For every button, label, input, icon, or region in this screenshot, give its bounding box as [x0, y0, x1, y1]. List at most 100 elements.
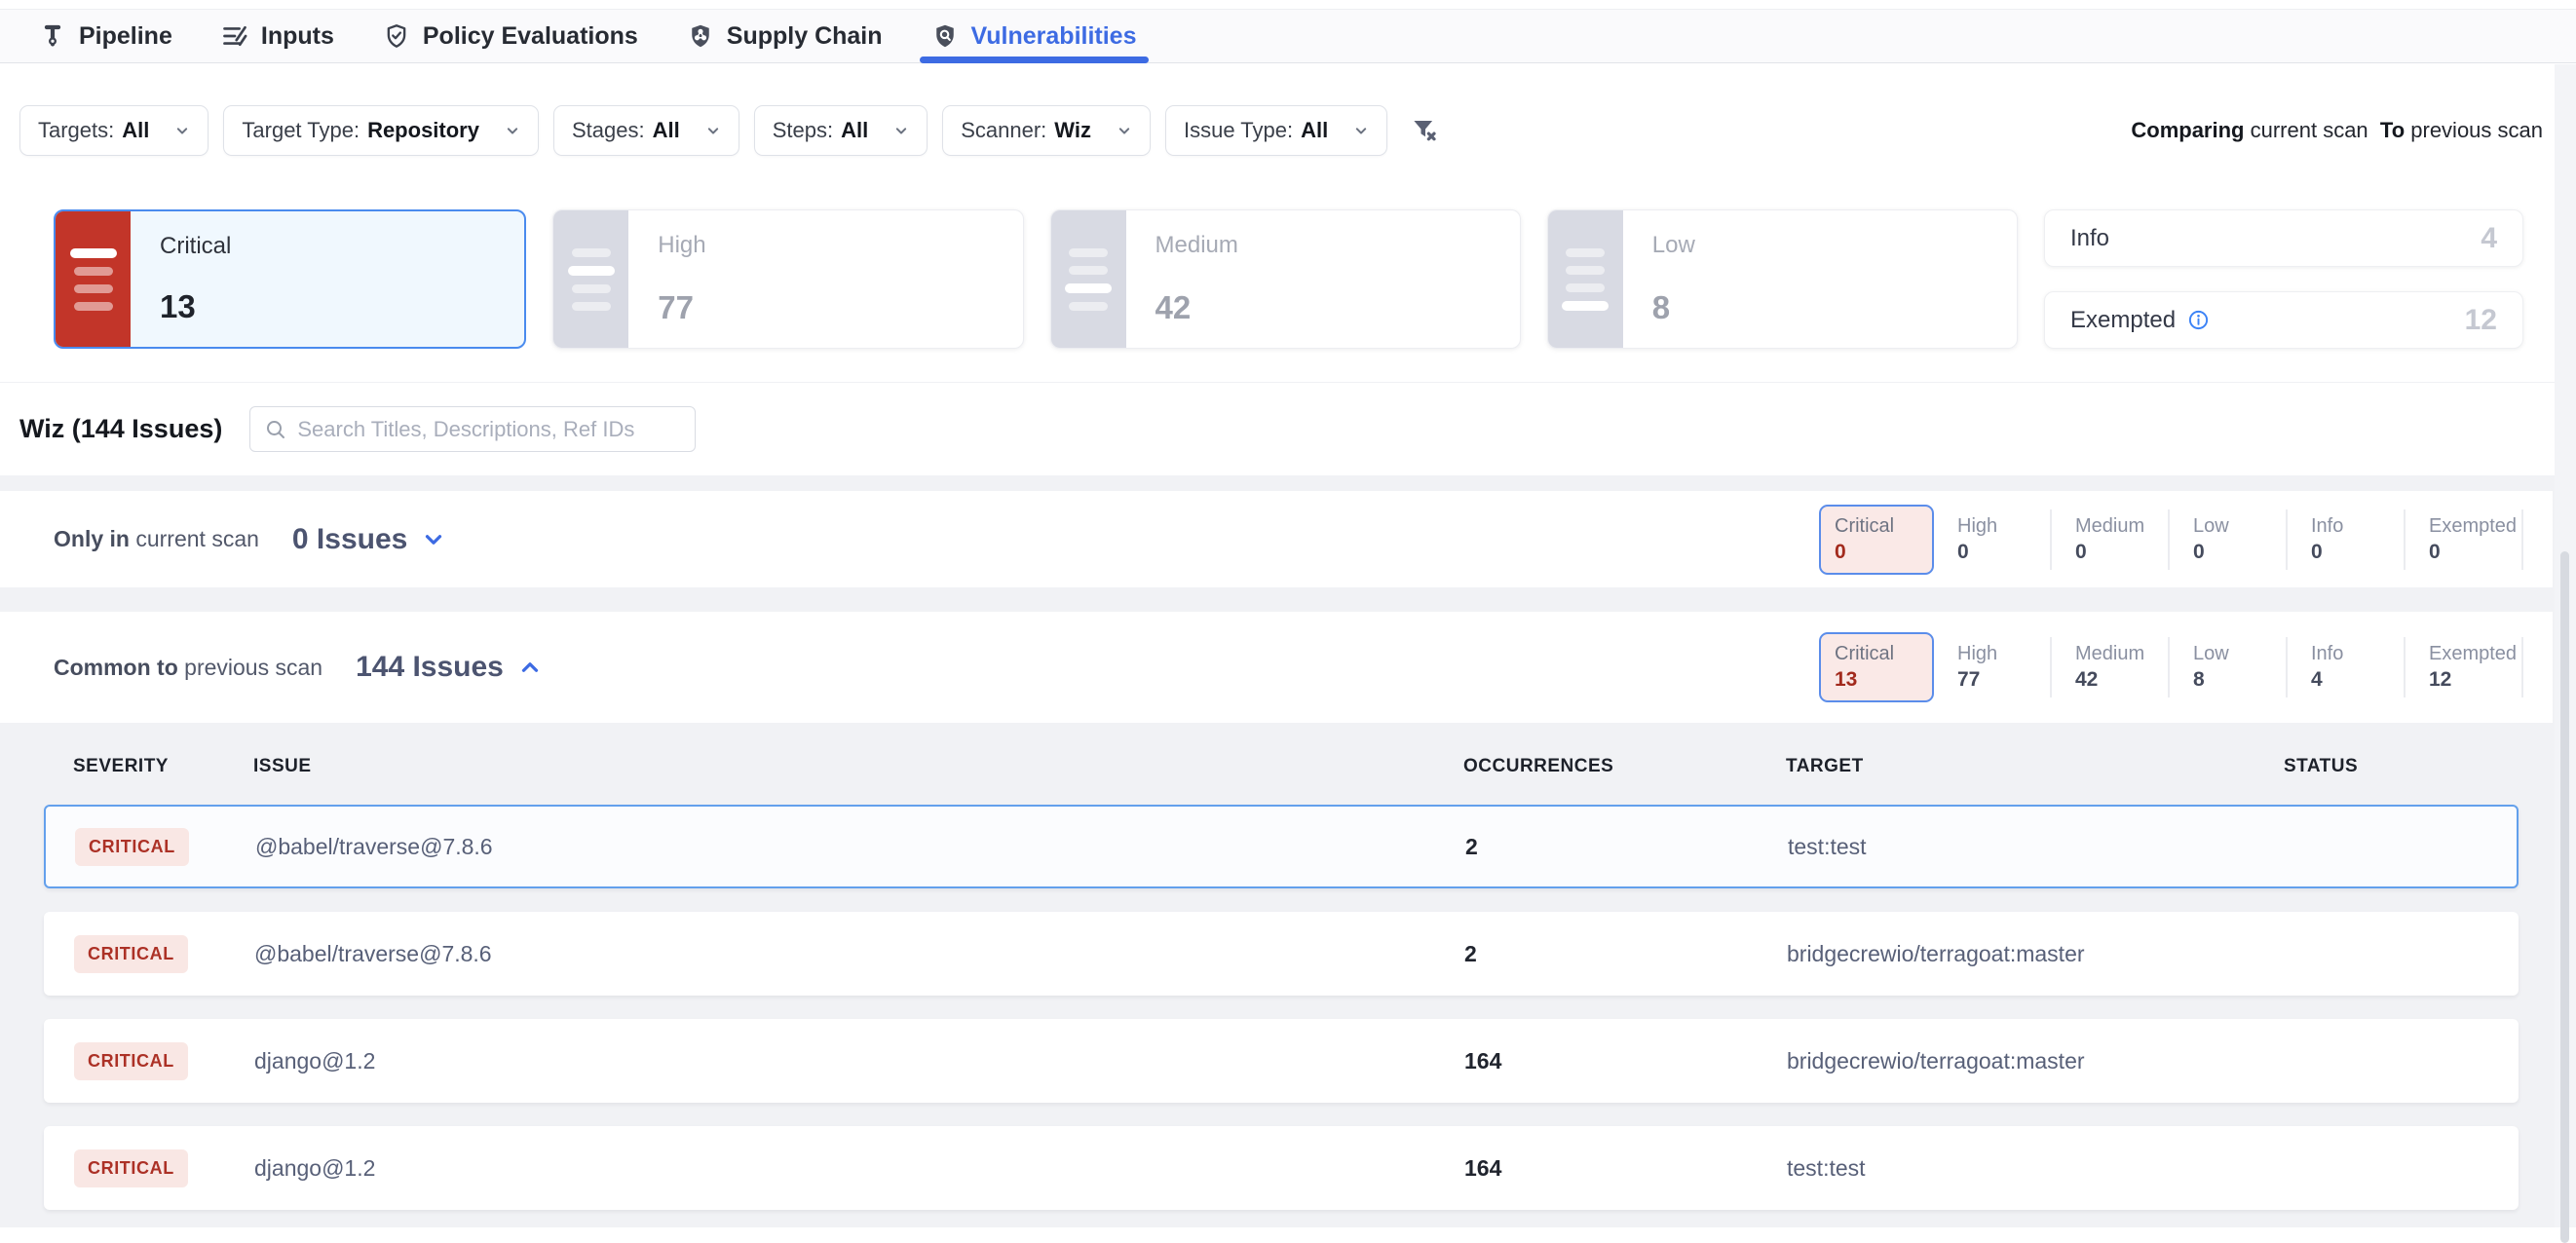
severity-badge: CRITICAL — [74, 935, 188, 973]
pill-high[interactable]: High 77 — [1934, 637, 2052, 697]
filter-label: Issue Type: — [1184, 118, 1293, 143]
pill-critical[interactable]: Critical 0 — [1819, 505, 1934, 575]
occurrences-cell: 164 — [1464, 1048, 1787, 1074]
table-row[interactable]: CRITICAL django@1.2 164 test:test — [44, 1126, 2519, 1210]
filter-label: Scanner: — [961, 118, 1046, 143]
severity-card-count: 42 — [1155, 289, 1493, 326]
filter-target-type[interactable]: Target Type: Repository — [223, 105, 539, 156]
pill-low[interactable]: Low 0 — [2170, 509, 2288, 570]
severity-card-critical[interactable]: Critical 13 — [54, 209, 526, 349]
issues-count: 0 Issues — [292, 523, 407, 556]
col-issue: ISSUE — [253, 756, 1463, 777]
filter-label: Steps: — [773, 118, 833, 143]
table-header: SEVERITY ISSUE OCCURRENCES TARGET STATUS — [44, 756, 2519, 777]
pill-critical[interactable]: Critical 13 — [1819, 632, 1934, 702]
filter-value: Repository — [367, 118, 479, 143]
supply-chain-icon — [687, 22, 714, 50]
chevron-down-icon — [1351, 121, 1371, 140]
table-row[interactable]: CRITICAL @babel/traverse@7.8.6 2 test:te… — [44, 805, 2519, 888]
filter-bar: Targets: All Target Type: Repository Sta… — [0, 95, 2576, 166]
section-label: Only in current scan — [54, 526, 259, 552]
issues-table: CRITICAL @babel/traverse@7.8.6 2 test:te… — [44, 805, 2519, 1210]
severity-meter-icon — [553, 210, 628, 348]
pill-exempted[interactable]: Exempted 0 — [2406, 509, 2523, 570]
pill-medium[interactable]: Medium 42 — [2052, 637, 2170, 697]
filter-value: Wiz — [1054, 118, 1091, 143]
scrollbar-track[interactable] — [2555, 64, 2576, 1227]
tab-label: Vulnerabilities — [971, 22, 1137, 51]
severity-meter-icon — [1051, 210, 1126, 348]
severity-card-count: 77 — [658, 289, 995, 326]
search-box[interactable] — [249, 406, 696, 452]
target-cell: test:test — [1787, 1155, 2285, 1182]
severity-card-exempted[interactable]: Exempted 12 — [2044, 291, 2523, 349]
inputs-icon — [221, 22, 248, 50]
filter-stages[interactable]: Stages: All — [553, 105, 739, 156]
filter-label: Stages: — [572, 118, 645, 143]
tab-pipeline[interactable]: Pipeline — [39, 10, 172, 62]
col-status: STATUS — [2284, 756, 2519, 777]
section-common-to-previous: Common to previous scan 144 Issues Criti… — [0, 612, 2553, 723]
pipeline-icon — [39, 22, 66, 50]
filter-value: All — [841, 118, 868, 143]
section-only-in-current: Only in current scan 0 Issues Critical 0… — [0, 491, 2553, 587]
scanner-header: Wiz (144 Issues) — [0, 382, 2576, 475]
side-card-count: 12 — [2465, 304, 2497, 337]
filter-steps[interactable]: Steps: All — [754, 105, 928, 156]
occurrences-cell: 2 — [1465, 834, 1788, 860]
vulnerabilities-icon — [931, 22, 959, 50]
chevron-down-icon — [172, 121, 192, 140]
table-row[interactable]: CRITICAL django@1.2 164 bridgecrewio/ter… — [44, 1019, 2519, 1103]
side-cards-column: Info 4 Exempted 12 — [2044, 209, 2523, 349]
tab-vulnerabilities[interactable]: Vulnerabilities — [931, 10, 1137, 62]
col-occurrences: OCCURRENCES — [1463, 756, 1786, 777]
chevron-down-icon — [891, 121, 911, 140]
issues-toggle[interactable]: 0 Issues — [292, 523, 446, 556]
issue-cell: django@1.2 — [254, 1155, 1464, 1182]
severity-card-count: 13 — [160, 288, 497, 325]
filter-label: Targets: — [38, 118, 114, 143]
severity-card-low[interactable]: Low 8 — [1547, 209, 2018, 349]
pill-medium[interactable]: Medium 0 — [2052, 509, 2170, 570]
filter-issue-type[interactable]: Issue Type: All — [1165, 105, 1387, 156]
pill-high[interactable]: High 0 — [1934, 509, 2052, 570]
target-cell: test:test — [1788, 834, 2286, 860]
filter-value: All — [122, 118, 149, 143]
target-cell: bridgecrewio/terragoat:master — [1787, 1048, 2285, 1074]
filter-label: Target Type: — [242, 118, 360, 143]
severity-card-medium[interactable]: Medium 42 — [1050, 209, 1521, 349]
scrollbar-thumb[interactable] — [2560, 551, 2569, 1243]
clear-filters-icon[interactable] — [1410, 116, 1439, 145]
tab-inputs[interactable]: Inputs — [221, 10, 334, 62]
severity-card-high[interactable]: High 77 — [552, 209, 1023, 349]
chevron-down-icon — [1115, 121, 1134, 140]
pill-info[interactable]: Info 0 — [2288, 509, 2406, 570]
comparing-text: Comparing current scan To previous scan — [2131, 118, 2543, 143]
severity-meter-icon — [1548, 210, 1623, 348]
tab-supply-chain[interactable]: Supply Chain — [687, 10, 883, 62]
pill-exempted[interactable]: Exempted 12 — [2406, 637, 2523, 697]
severity-card-count: 8 — [1652, 289, 1989, 326]
info-icon[interactable] — [2187, 309, 2210, 331]
filter-scanner[interactable]: Scanner: Wiz — [942, 105, 1151, 156]
side-card-count: 4 — [2481, 222, 2497, 255]
severity-badge: CRITICAL — [74, 1149, 188, 1187]
issue-cell: django@1.2 — [254, 1048, 1464, 1074]
severity-card-info[interactable]: Info 4 — [2044, 209, 2523, 267]
severity-card-label: Low — [1652, 232, 1989, 259]
tab-policy-evaluations[interactable]: Policy Evaluations — [383, 10, 638, 62]
tab-label: Pipeline — [79, 22, 172, 51]
chevron-down-icon — [503, 121, 522, 140]
severity-card-label: Critical — [160, 233, 497, 260]
filter-targets[interactable]: Targets: All — [19, 105, 208, 156]
issues-toggle[interactable]: 144 Issues — [356, 651, 543, 684]
search-input[interactable] — [297, 417, 681, 442]
tab-label: Supply Chain — [727, 22, 883, 51]
side-card-label: Exempted — [2070, 307, 2176, 334]
severity-pills: Critical 13 High 77 Medium 42 Low 8 Info — [1819, 632, 2523, 702]
policy-evaluations-icon — [383, 22, 410, 50]
filter-value: All — [1301, 118, 1328, 143]
pill-low[interactable]: Low 8 — [2170, 637, 2288, 697]
table-row[interactable]: CRITICAL @babel/traverse@7.8.6 2 bridgec… — [44, 912, 2519, 996]
pill-info[interactable]: Info 4 — [2288, 637, 2406, 697]
